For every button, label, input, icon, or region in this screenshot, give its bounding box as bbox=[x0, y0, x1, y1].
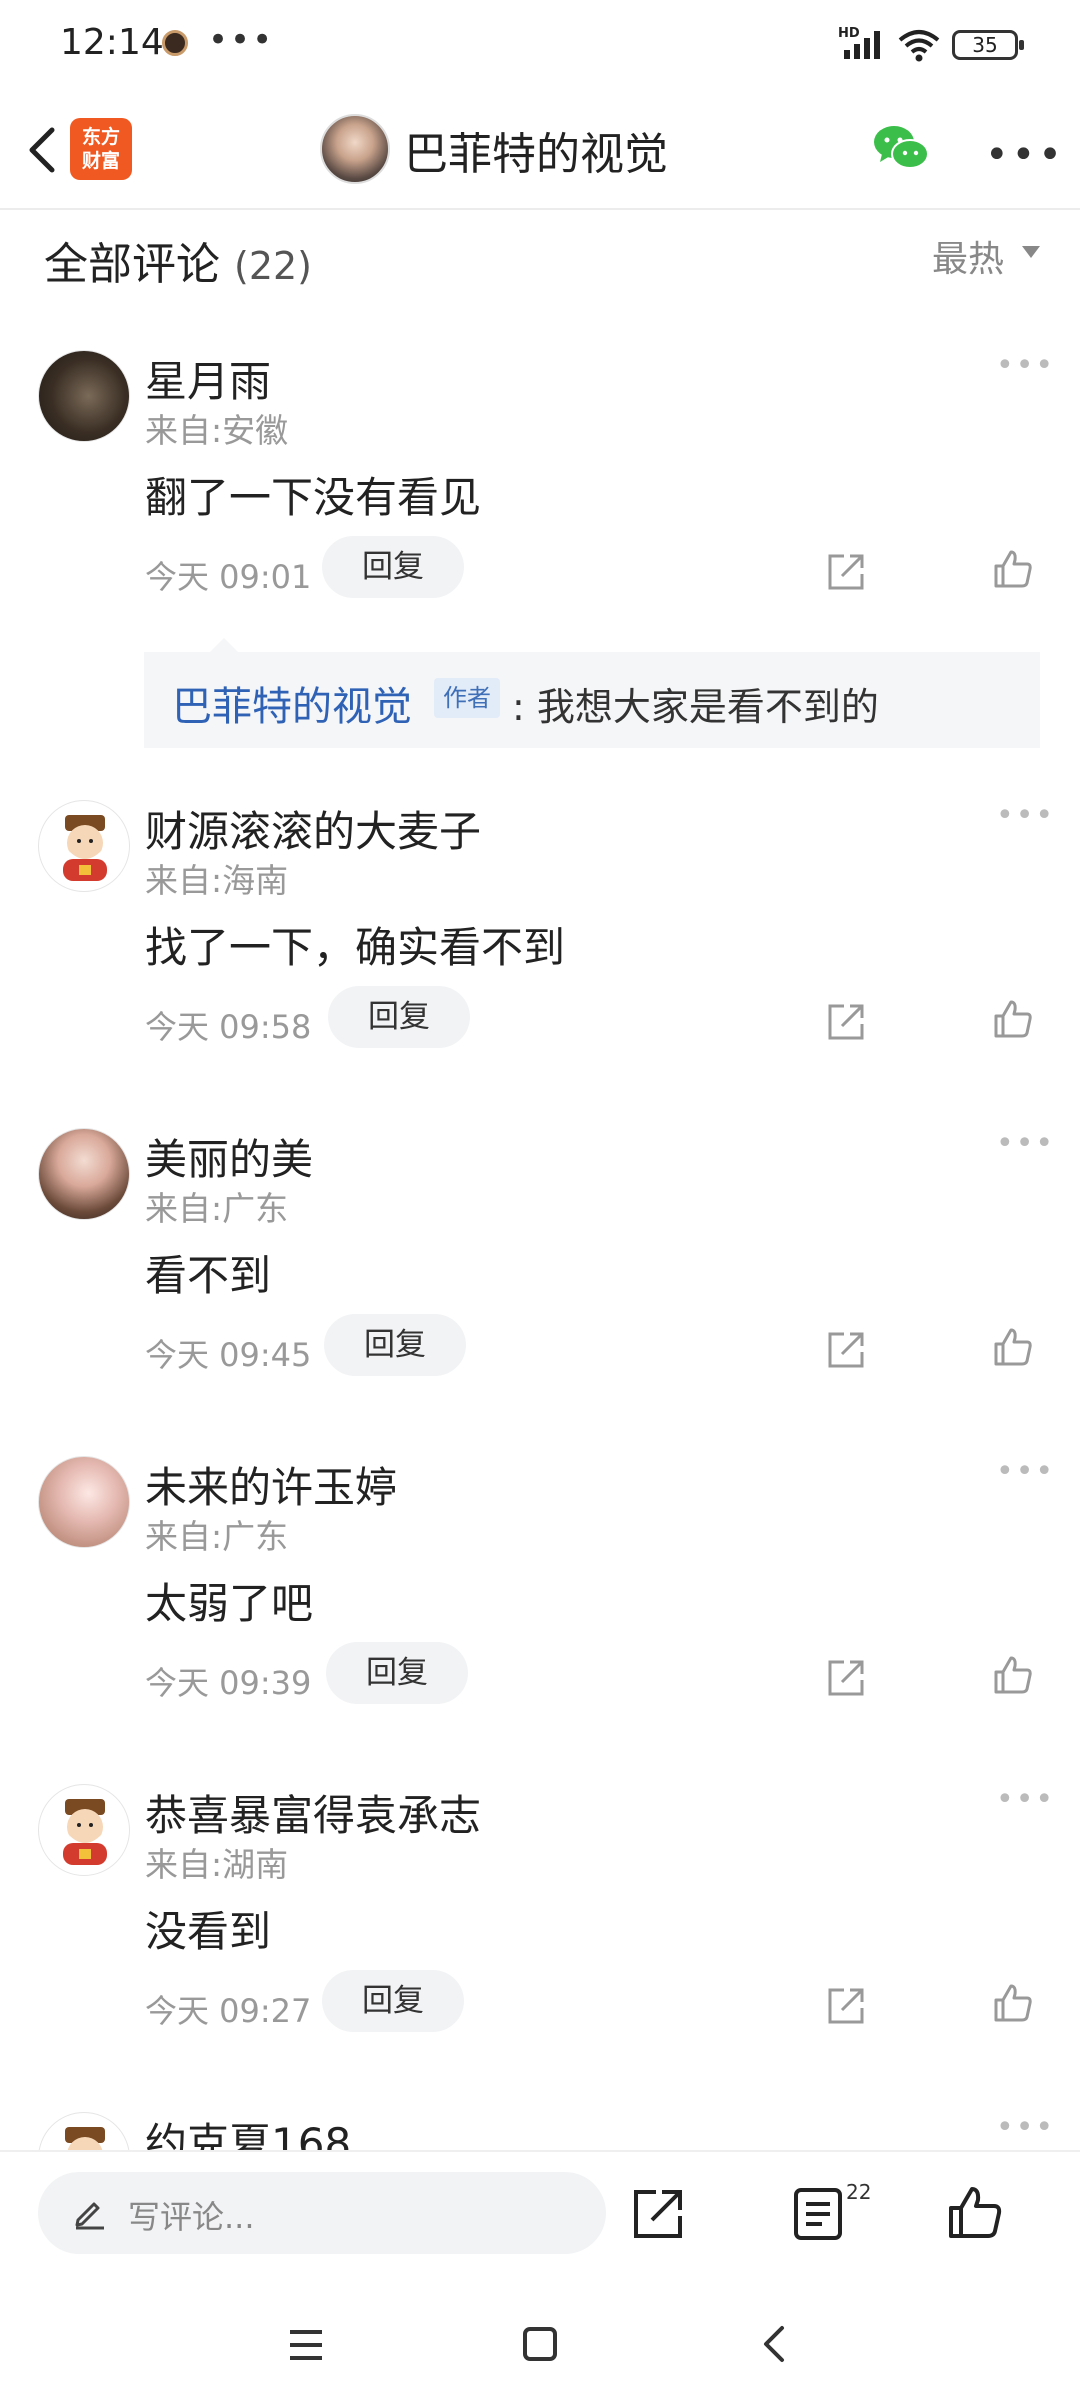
comment-bar: 写评论... 22 bbox=[0, 2150, 1080, 2282]
page-title[interactable]: 巴菲特的视觉 bbox=[404, 118, 668, 182]
user-avatar[interactable] bbox=[38, 1784, 130, 1876]
reply-button[interactable]: 回复 bbox=[322, 1970, 464, 2032]
user-name[interactable]: 星月雨 bbox=[145, 348, 271, 409]
user-name[interactable]: 恭喜暴富得袁承志 bbox=[145, 1782, 481, 1843]
user-name[interactable]: 财源滚滚的大麦子 bbox=[145, 798, 481, 859]
share-icon[interactable] bbox=[826, 1986, 866, 2026]
pencil-icon bbox=[75, 2202, 104, 2230]
reply-button[interactable]: 回复 bbox=[326, 1642, 468, 1704]
share-icon[interactable] bbox=[630, 2186, 686, 2242]
comments-title: 全部评论 (22) bbox=[44, 239, 313, 290]
author-reply[interactable]: 巴菲特的视觉 作者 : 我想大家是看不到的 bbox=[144, 638, 1040, 748]
comment-text[interactable]: 翻了一下没有看见 bbox=[145, 464, 481, 525]
reply-button[interactable]: 回复 bbox=[328, 986, 470, 1048]
home-icon[interactable] bbox=[522, 2326, 558, 2362]
menu-icon[interactable] bbox=[288, 2328, 324, 2362]
user-location: 来自:海南 bbox=[145, 861, 289, 900]
fortune-god-avatar-icon bbox=[63, 1799, 107, 1865]
user-location: 来自:安徽 bbox=[145, 411, 289, 450]
comment-time: 今天 09:39 bbox=[145, 1664, 312, 1702]
comment-time: 今天 09:45 bbox=[145, 1336, 312, 1374]
comment-item: 财源滚滚的大麦子 来自:海南 找了一下，确实看不到 今天 09:58 回复 ••… bbox=[0, 790, 1080, 1110]
wifi-icon bbox=[898, 30, 940, 62]
comments-count: (22) bbox=[234, 244, 313, 288]
thumbs-up-icon[interactable] bbox=[992, 1982, 1034, 2024]
thumbs-up-icon[interactable] bbox=[992, 548, 1034, 590]
user-name[interactable]: 美丽的美 bbox=[145, 1126, 313, 1187]
comment-item: 美丽的美 来自:广东 看不到 今天 09:45 回复 ••• bbox=[0, 1118, 1080, 1438]
comment-more-icon[interactable]: ••• bbox=[996, 1782, 1055, 1817]
comment-time: 今天 09:27 bbox=[145, 1992, 312, 2030]
thumbs-up-icon[interactable] bbox=[992, 1654, 1034, 1696]
reply-button[interactable]: 回复 bbox=[322, 536, 464, 598]
thumbs-up-icon[interactable] bbox=[946, 2184, 1004, 2242]
comment-item: 星月雨 来自:安徽 翻了一下没有看见 今天 09:01 回复 ••• bbox=[0, 340, 1080, 660]
user-name[interactable]: 未来的许玉婷 bbox=[145, 1454, 397, 1515]
author-badge: 作者 bbox=[434, 678, 500, 718]
comment-item: 恭喜暴富得袁承志 来自:湖南 没看到 今天 09:27 回复 ••• bbox=[0, 1774, 1080, 2094]
comment-item: 未来的许玉婷 来自:广东 太弱了吧 今天 09:39 回复 ••• bbox=[0, 1446, 1080, 1766]
system-nav-bar bbox=[0, 2280, 1080, 2400]
caret-down-icon[interactable] bbox=[1022, 246, 1040, 258]
more-icon[interactable]: ••• bbox=[985, 132, 1065, 178]
user-avatar[interactable] bbox=[38, 800, 130, 892]
reply-button[interactable]: 回复 bbox=[324, 1314, 466, 1376]
back-icon[interactable] bbox=[758, 2324, 788, 2364]
comments-header: 全部评论 (22) 最热 bbox=[0, 210, 1080, 310]
comment-time: 今天 09:01 bbox=[145, 558, 312, 596]
thumbs-up-icon[interactable] bbox=[992, 1326, 1034, 1368]
user-name[interactable]: 约克夏168 bbox=[145, 2110, 351, 2150]
comment-more-icon[interactable]: ••• bbox=[996, 2110, 1055, 2145]
user-avatar[interactable] bbox=[38, 350, 130, 442]
back-arrow-icon[interactable] bbox=[18, 120, 68, 180]
comment-more-icon[interactable]: ••• bbox=[996, 798, 1055, 833]
share-icon[interactable] bbox=[826, 1330, 866, 1370]
signal-icon bbox=[844, 31, 880, 59]
share-icon[interactable] bbox=[826, 552, 866, 592]
comment-more-icon[interactable]: ••• bbox=[996, 1454, 1055, 1489]
comment-item: 约克夏168 ••• bbox=[0, 2102, 1080, 2150]
comment-text[interactable]: 太弱了吧 bbox=[145, 1570, 313, 1631]
author-reply-text: : 我想大家是看不到的 bbox=[512, 685, 879, 729]
share-icon[interactable] bbox=[826, 1658, 866, 1698]
battery-icon: 35 bbox=[952, 30, 1024, 60]
share-icon[interactable] bbox=[826, 1002, 866, 1042]
thumbs-up-icon[interactable] bbox=[992, 998, 1034, 1040]
comment-more-icon[interactable]: ••• bbox=[996, 1126, 1055, 1161]
comment-more-icon[interactable]: ••• bbox=[996, 348, 1055, 383]
author-name[interactable]: 巴菲特的视觉 bbox=[172, 674, 412, 732]
user-avatar[interactable] bbox=[38, 2112, 130, 2150]
author-avatar[interactable] bbox=[320, 114, 390, 184]
user-location: 来自:广东 bbox=[145, 1517, 289, 1556]
user-avatar[interactable] bbox=[38, 1128, 130, 1220]
comment-time: 今天 09:58 bbox=[145, 1008, 312, 1046]
notification-more-icon: ••• bbox=[208, 20, 275, 60]
camera-indicator-icon bbox=[162, 30, 188, 56]
fortune-god-avatar-icon bbox=[65, 2127, 105, 2150]
comments-list-icon[interactable] bbox=[792, 2186, 844, 2242]
comment-text[interactable]: 找了一下，确实看不到 bbox=[145, 914, 565, 975]
app-logo[interactable]: 东方 财富 bbox=[70, 118, 132, 180]
comment-input[interactable]: 写评论... bbox=[38, 2172, 606, 2254]
status-bar: 12:14 ••• HD 35 bbox=[0, 0, 1080, 90]
user-avatar[interactable] bbox=[38, 1456, 130, 1548]
top-app-bar: 东方 财富 巴菲特的视觉 ••• bbox=[0, 98, 1080, 210]
comment-text[interactable]: 看不到 bbox=[145, 1242, 271, 1303]
status-time: 12:14 bbox=[60, 22, 164, 63]
comment-text[interactable]: 没看到 bbox=[145, 1898, 271, 1959]
wechat-icon[interactable] bbox=[872, 122, 930, 174]
user-location: 来自:广东 bbox=[145, 1189, 289, 1228]
user-location: 来自:湖南 bbox=[145, 1845, 289, 1884]
sort-dropdown[interactable]: 最热 bbox=[932, 230, 1004, 282]
fortune-god-avatar-icon bbox=[63, 815, 107, 881]
comment-count-badge: 22 bbox=[846, 2180, 872, 2204]
comment-input-placeholder: 写评论... bbox=[128, 2198, 255, 2236]
